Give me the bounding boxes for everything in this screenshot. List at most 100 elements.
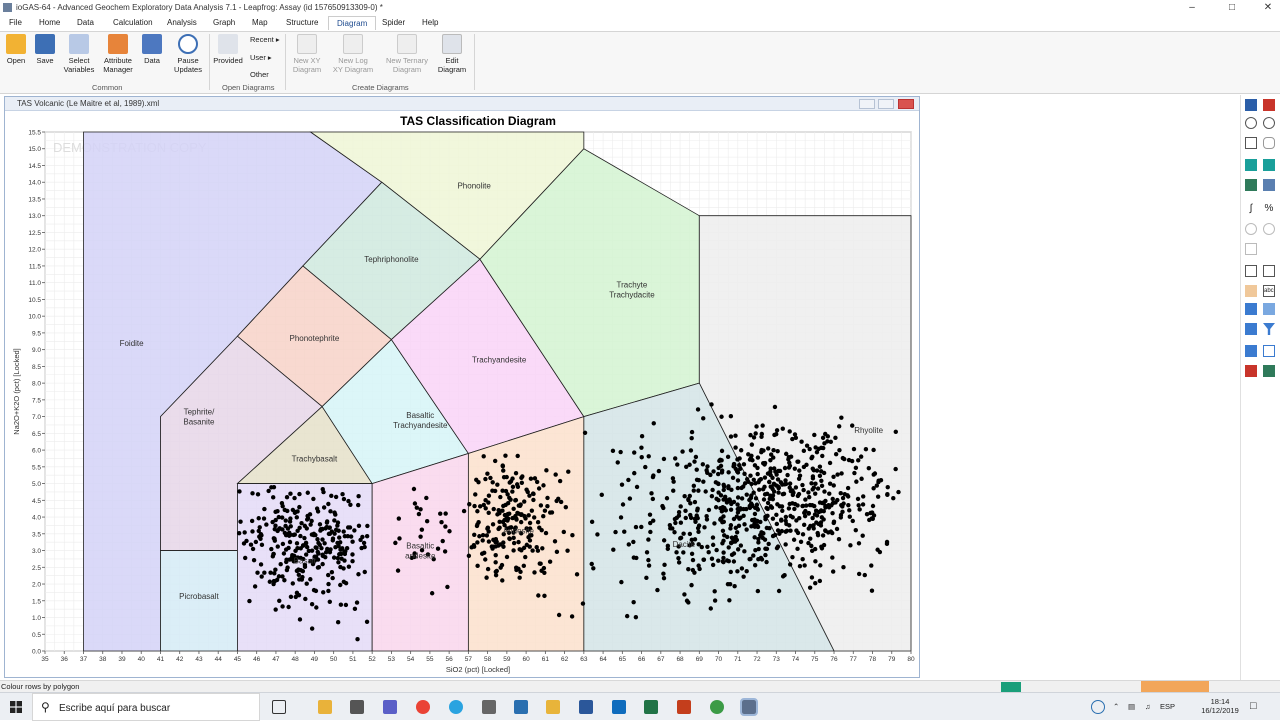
x-tick-label: 54 xyxy=(407,656,415,663)
minimize-icon[interactable]: – xyxy=(1180,0,1204,16)
sample-point xyxy=(786,506,792,511)
data-button[interactable]: Data xyxy=(140,34,164,65)
open-button[interactable]: Open xyxy=(4,34,28,65)
user-dropdown[interactable]: User ▸ xyxy=(250,53,272,62)
y-tick-label: 3.5 xyxy=(32,531,41,538)
menu-map[interactable]: Map xyxy=(252,18,268,27)
zoom-in-icon[interactable] xyxy=(1245,117,1257,129)
clock[interactable]: 18:14 16/12/2019 xyxy=(1200,697,1240,715)
tas-chart[interactable]: TAS Classification DiagramDEMONSTRATION … xyxy=(5,111,919,677)
attribute-manager-button[interactable]: Attribute Manager xyxy=(101,34,135,74)
network-icon[interactable]: ▤ xyxy=(1128,702,1135,711)
help-icon[interactable] xyxy=(1091,700,1105,714)
label-icon[interactable]: abc xyxy=(1263,285,1275,297)
sample-point xyxy=(853,527,858,533)
sample-point xyxy=(807,502,813,508)
app-icon[interactable] xyxy=(514,700,528,714)
menu-diagram[interactable]: Diagram xyxy=(328,16,377,30)
table-icon[interactable] xyxy=(1263,365,1275,377)
edit-diagram-button[interactable]: Edit Diagram xyxy=(436,34,468,74)
eye-icon[interactable] xyxy=(1245,159,1257,171)
camera-icon[interactable] xyxy=(1263,265,1275,277)
arrow-icon[interactable] xyxy=(1245,99,1257,111)
sample-point xyxy=(694,477,700,482)
windows-start-icon[interactable] xyxy=(10,701,22,713)
sample-point xyxy=(709,402,714,407)
pause-updates-button[interactable]: Pause Updates xyxy=(172,34,204,74)
menu-help[interactable]: Help xyxy=(422,18,438,27)
legend-icon[interactable] xyxy=(1263,159,1275,171)
chrome-icon[interactable] xyxy=(416,700,430,714)
sample-point xyxy=(618,515,624,520)
polygon-icon[interactable] xyxy=(1245,223,1257,235)
polygon-icon[interactable] xyxy=(1263,223,1275,235)
lock-icon[interactable] xyxy=(1263,345,1275,357)
excel-icon[interactable] xyxy=(644,700,658,714)
sample-point xyxy=(760,423,765,428)
teams-icon[interactable] xyxy=(383,700,397,714)
x-tick-label: 50 xyxy=(330,656,338,663)
provided-button[interactable]: Provided xyxy=(213,34,243,65)
minimize-icon[interactable] xyxy=(859,99,875,109)
label-icon[interactable] xyxy=(1245,285,1257,297)
new-xy-diagram-button[interactable]: New XY Diagram xyxy=(289,34,325,74)
filter-icon[interactable] xyxy=(1263,323,1275,335)
new-ternary-diagram-button[interactable]: New Ternary Diagram xyxy=(384,34,430,74)
arrow-icon[interactable] xyxy=(1263,99,1275,111)
pan-icon[interactable] xyxy=(1263,137,1275,149)
close-icon[interactable]: ✕ xyxy=(1256,0,1280,16)
close-icon[interactable] xyxy=(898,99,914,109)
notifications-icon[interactable]: □ xyxy=(1250,700,1257,712)
camera-icon[interactable] xyxy=(1245,265,1257,277)
select-icon[interactable] xyxy=(1263,303,1275,315)
menu-file[interactable]: File xyxy=(9,18,22,27)
select-icon[interactable] xyxy=(1245,323,1257,335)
sample-point xyxy=(757,477,762,483)
word-icon[interactable] xyxy=(579,700,593,714)
save-button[interactable]: Save xyxy=(33,34,57,65)
menu-structure[interactable]: Structure xyxy=(286,18,318,27)
other-dropdown[interactable]: Other xyxy=(250,70,269,79)
menu-spider[interactable]: Spider xyxy=(382,18,405,27)
powerpoint-icon[interactable] xyxy=(677,700,691,714)
language-indicator[interactable]: ESP xyxy=(1160,702,1175,711)
file-explorer-icon[interactable] xyxy=(546,700,560,714)
app-icon[interactable] xyxy=(710,700,724,714)
menu-home[interactable]: Home xyxy=(39,18,60,27)
select-variables-button[interactable]: Select Variables xyxy=(62,34,96,74)
task-view-icon[interactable] xyxy=(272,700,286,714)
tray-chevron-icon[interactable]: ⌃ xyxy=(1113,702,1119,711)
restore-icon[interactable] xyxy=(878,99,894,109)
sample-point xyxy=(684,598,690,603)
menu-graph[interactable]: Graph xyxy=(213,18,235,27)
legend-icon[interactable] xyxy=(1263,179,1275,191)
eye-icon[interactable] xyxy=(1245,179,1257,191)
store-icon[interactable] xyxy=(318,700,332,714)
zoom-box-icon[interactable] xyxy=(1245,137,1257,149)
sample-point xyxy=(710,535,716,540)
outlook-icon[interactable] xyxy=(612,700,626,714)
lock-icon[interactable] xyxy=(1245,345,1257,357)
menu-analysis[interactable]: Analysis xyxy=(167,18,197,27)
zoom-out-icon[interactable] xyxy=(1263,117,1275,129)
sample-point xyxy=(891,495,896,501)
polygon-icon[interactable] xyxy=(1245,243,1257,255)
sample-point xyxy=(762,462,767,467)
table-icon[interactable] xyxy=(1245,365,1257,377)
skype-icon[interactable] xyxy=(449,700,463,714)
volume-icon[interactable]: ♫ xyxy=(1145,702,1151,711)
sample-point xyxy=(705,470,710,475)
select-icon[interactable] xyxy=(1245,303,1257,315)
taskbar-search-input[interactable]: ⚲ Escribe aquí para buscar xyxy=(32,693,260,721)
maximize-icon[interactable]: □ xyxy=(1220,0,1244,16)
calculator-icon[interactable] xyxy=(350,700,364,714)
recent-dropdown[interactable]: Recent ▸ xyxy=(250,35,280,44)
menu-data[interactable]: Data xyxy=(77,18,94,27)
percent-icon[interactable]: % xyxy=(1263,203,1275,215)
iogas-icon[interactable] xyxy=(740,698,758,716)
mail-icon[interactable] xyxy=(482,700,496,714)
sample-point xyxy=(702,525,707,530)
menu-calculation[interactable]: Calculation xyxy=(113,18,153,27)
formula-icon[interactable]: ∫ xyxy=(1245,203,1257,215)
new-log-xy-diagram-button[interactable]: New Log XY Diagram xyxy=(330,34,376,74)
